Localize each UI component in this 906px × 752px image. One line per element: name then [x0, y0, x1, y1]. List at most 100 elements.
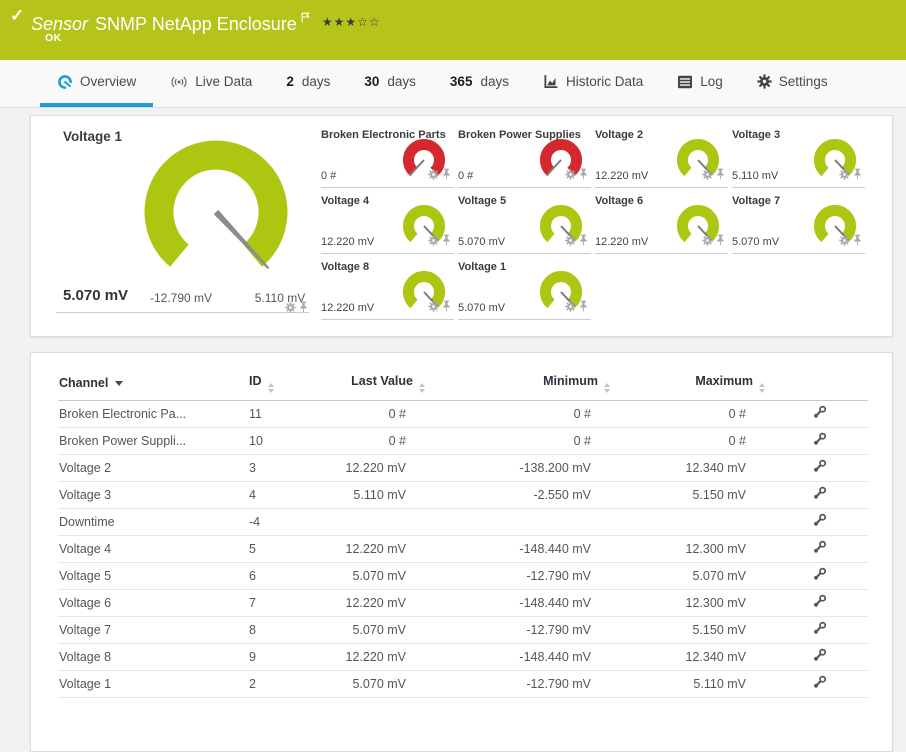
- tab-settings[interactable]: Settings: [740, 60, 845, 107]
- gauge-tile[interactable]: Broken Power Supplies 0 #: [458, 126, 591, 188]
- channel-settings-icon[interactable]: [813, 648, 827, 665]
- channel-settings-icon[interactable]: [813, 675, 827, 692]
- table-row[interactable]: Voltage 7 8 5.070 mV -12.790 mV 5.150 mV: [58, 616, 868, 644]
- channel-settings-icon[interactable]: [813, 540, 827, 557]
- tab-2-days[interactable]: 2 days: [269, 60, 347, 107]
- table-row[interactable]: Voltage 1 2 5.070 mV -12.790 mV 5.110 mV: [58, 670, 868, 698]
- pin-icon[interactable]: [579, 233, 588, 251]
- primary-gauge-tile[interactable]: Voltage 1 5.070 mV -12.790 mV 5.110 mV: [31, 116, 321, 336]
- table-row[interactable]: Broken Electronic Pa... 11 0 #0 #0 #: [58, 400, 868, 428]
- channel-settings-icon[interactable]: [813, 459, 827, 476]
- cell-channel: Broken Power Suppli...: [58, 427, 248, 455]
- gear-icon[interactable]: [285, 300, 296, 318]
- column-header-last-value[interactable]: Last Value: [308, 367, 431, 401]
- table-row[interactable]: Voltage 4 5 12.220 mV -148.440 mV 12.300 mV: [58, 535, 868, 563]
- tab-number: 365: [449, 74, 473, 89]
- gear-icon: [757, 74, 772, 89]
- column-label: Channel: [59, 376, 109, 391]
- gauge-icon: [57, 74, 73, 90]
- gear-icon[interactable]: [702, 167, 713, 185]
- gauge-tile[interactable]: Voltage 6 12.220 mV: [595, 192, 728, 254]
- pin-icon[interactable]: [853, 233, 862, 251]
- table-row[interactable]: Voltage 6 7 12.220 mV -148.440 mV 12.300 mV: [58, 589, 868, 617]
- gear-icon[interactable]: [565, 299, 576, 317]
- gear-icon[interactable]: [565, 233, 576, 251]
- tab-overview[interactable]: Overview: [40, 60, 154, 107]
- pin-icon[interactable]: [442, 299, 451, 317]
- gauges-panel: Voltage 1 5.070 mV -12.790 mV 5.110 mV B…: [30, 115, 893, 337]
- tab-live-data[interactable]: Live Data: [153, 60, 269, 107]
- channel-settings-icon[interactable]: [813, 432, 827, 449]
- broadcast-icon: [170, 74, 188, 90]
- gauge-tile[interactable]: Voltage 2 12.220 mV: [595, 126, 728, 188]
- channel-settings-icon[interactable]: [813, 594, 827, 611]
- pin-icon[interactable]: [442, 167, 451, 185]
- pin-icon[interactable]: [716, 167, 725, 185]
- priority-stars[interactable]: ★★★☆☆: [322, 15, 381, 29]
- table-row[interactable]: Voltage 8 9 12.220 mV -148.440 mV 12.340 mV: [58, 643, 868, 671]
- pin-icon[interactable]: [442, 233, 451, 251]
- table-row[interactable]: Voltage 2 3 12.220 mV -138.200 mV 12.340 mV: [58, 454, 868, 482]
- cell-minimum: -148.440 mV: [431, 643, 616, 671]
- pin-icon[interactable]: [579, 167, 588, 185]
- gear-icon[interactable]: [428, 233, 439, 251]
- gear-icon[interactable]: [839, 233, 850, 251]
- channel-value: 0 #: [321, 170, 337, 182]
- sort-icon: [267, 382, 274, 393]
- cell-last-value: 5.070 mV: [308, 670, 431, 698]
- cell-maximum: 5.070 mV: [616, 562, 771, 590]
- channel-settings-icon[interactable]: [813, 513, 827, 530]
- pin-icon[interactable]: [579, 299, 588, 317]
- pin-icon[interactable]: [299, 300, 308, 318]
- cell-last-value: 0 #: [308, 427, 431, 455]
- gauge-tile[interactable]: Voltage 7 5.070 mV: [732, 192, 865, 254]
- channel-settings-icon[interactable]: [813, 486, 827, 503]
- flag-icon[interactable]: [301, 7, 310, 28]
- tab-log[interactable]: Log: [660, 60, 740, 107]
- gauge-tile[interactable]: Voltage 5 5.070 mV: [458, 192, 591, 254]
- tab-30-days[interactable]: 30 days: [347, 60, 433, 107]
- channel-settings-icon[interactable]: [813, 621, 827, 638]
- cell-maximum: 12.300 mV: [616, 589, 771, 617]
- column-header-id[interactable]: ID: [248, 367, 308, 401]
- gear-icon[interactable]: [428, 299, 439, 317]
- channel-settings-icon[interactable]: [813, 567, 827, 584]
- table-row[interactable]: Voltage 5 6 5.070 mV -12.790 mV 5.070 mV: [58, 562, 868, 590]
- table-row[interactable]: Voltage 3 4 5.110 mV -2.550 mV 5.150 mV: [58, 481, 868, 509]
- cell-last-value: 5.070 mV: [308, 562, 431, 590]
- gear-icon[interactable]: [565, 167, 576, 185]
- cell-minimum: -12.790 mV: [431, 562, 616, 590]
- channel-title: Voltage 2: [595, 129, 644, 141]
- cell-minimum: 0 #: [431, 400, 616, 428]
- gauge-tile[interactable]: Voltage 3 5.110 mV: [732, 126, 865, 188]
- gear-icon[interactable]: [428, 167, 439, 185]
- column-header-channel[interactable]: Channel: [58, 367, 248, 401]
- cell-id: 6: [248, 562, 308, 590]
- gear-icon[interactable]: [702, 233, 713, 251]
- channel-settings-icon[interactable]: [813, 405, 827, 422]
- column-header-minimum[interactable]: Minimum: [431, 367, 616, 401]
- cell-maximum: 12.340 mV: [616, 643, 771, 671]
- cell-id: 8: [248, 616, 308, 644]
- channel-title: Voltage 6: [595, 195, 644, 207]
- table-row[interactable]: Downtime -4: [58, 508, 868, 536]
- gauge-tile[interactable]: Voltage 4 12.220 mV: [321, 192, 454, 254]
- cell-id: 2: [248, 670, 308, 698]
- pin-icon[interactable]: [716, 233, 725, 251]
- gauge-tile[interactable]: Broken Electronic Parts 0 #: [321, 126, 454, 188]
- cell-id: 3: [248, 454, 308, 482]
- gauge-tile[interactable]: Voltage 8 12.220 mV: [321, 258, 454, 320]
- table-row[interactable]: Broken Power Suppli... 10 0 #0 #0 #: [58, 427, 868, 455]
- cell-minimum: -148.440 mV: [431, 535, 616, 563]
- cell-last-value: 5.070 mV: [308, 616, 431, 644]
- gear-icon[interactable]: [839, 167, 850, 185]
- column-header-maximum[interactable]: Maximum: [616, 367, 771, 401]
- tab-365-days[interactable]: 365 days: [433, 60, 526, 107]
- gauge-tile[interactable]: Voltage 1 5.070 mV: [458, 258, 591, 320]
- cell-minimum: [431, 508, 616, 536]
- tile-divider: [56, 312, 309, 313]
- pin-icon[interactable]: [853, 167, 862, 185]
- tab-historic-data[interactable]: Historic Data: [526, 60, 660, 107]
- channel-title: Broken Electronic Parts: [321, 129, 446, 141]
- gauge-min-label: -12.790 mV: [149, 291, 213, 305]
